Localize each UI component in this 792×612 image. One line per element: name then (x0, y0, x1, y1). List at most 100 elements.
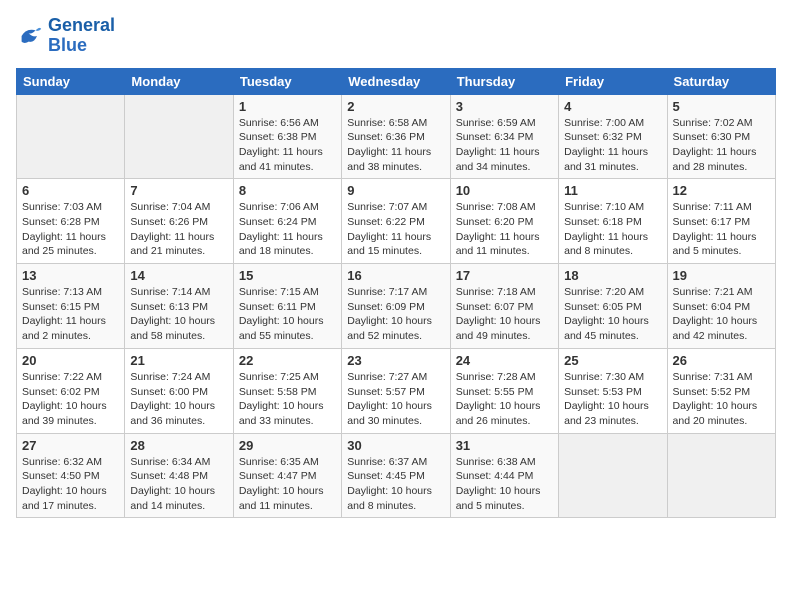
day-info: Sunrise: 6:37 AMSunset: 4:45 PMDaylight:… (347, 455, 444, 514)
calendar-cell: 16Sunrise: 7:17 AMSunset: 6:09 PMDayligh… (342, 264, 450, 349)
calendar-cell: 7 Sunrise: 7:04 AMSunset: 6:26 PMDaylight… (125, 179, 233, 264)
day-info: Sunrise: 6:38 AMSunset: 4:44 PMDaylight:… (456, 455, 553, 514)
calendar-cell: 12Sunrise: 7:11 AMSunset: 6:17 PMDayligh… (667, 179, 775, 264)
day-number: 31 (456, 438, 553, 453)
day-number: 26 (673, 353, 770, 368)
calendar-cell: 15 Sunrise: 7:15 AMSunset: 6:11 PMDayligh… (233, 264, 341, 349)
day-info: Sunrise: 7:08 AMSunset: 6:20 PMDaylight:… (456, 200, 553, 259)
day-info: Sunrise: 7:11 AMSunset: 6:17 PMDaylight:… (673, 200, 770, 259)
logo: General Blue (16, 16, 115, 56)
calendar-cell (17, 94, 125, 179)
calendar-cell: 10 Sunrise: 7:08 AMSunset: 6:20 PMDayligh… (450, 179, 558, 264)
day-number: 6 (22, 183, 119, 198)
calendar-cell: 2Sunrise: 6:58 AMSunset: 6:36 PMDaylight… (342, 94, 450, 179)
calendar-week-row: 20 Sunrise: 7:22 AMSunset: 6:02 PMDayligh… (17, 348, 776, 433)
calendar-cell: 14 Sunrise: 7:14 AMSunset: 6:13 PMDayligh… (125, 264, 233, 349)
logo-icon (16, 22, 44, 50)
calendar-cell: 27Sunrise: 6:32 AMSunset: 4:50 PMDayligh… (17, 433, 125, 518)
day-info: Sunrise: 6:34 AMSunset: 4:48 PMDaylight:… (130, 455, 227, 514)
day-number: 22 (239, 353, 336, 368)
calendar-week-row: 1 Sunrise: 6:56 AMSunset: 6:38 PMDaylight… (17, 94, 776, 179)
day-info: Sunrise: 7:07 AMSunset: 6:22 PMDaylight:… (347, 200, 444, 259)
logo-text: General Blue (48, 16, 115, 56)
weekday-header-friday: Friday (559, 68, 667, 94)
day-number: 14 (130, 268, 227, 283)
calendar-cell: 13Sunrise: 7:13 AMSunset: 6:15 PMDayligh… (17, 264, 125, 349)
day-info: Sunrise: 7:15 AMSunset: 6:11 PMDaylight:… (239, 285, 336, 344)
calendar-cell: 31 Sunrise: 6:38 AMSunset: 4:44 PMDayligh… (450, 433, 558, 518)
day-info: Sunrise: 7:10 AMSunset: 6:18 PMDaylight:… (564, 200, 661, 259)
day-info: Sunrise: 6:58 AMSunset: 6:36 PMDaylight:… (347, 116, 444, 175)
weekday-header-wednesday: Wednesday (342, 68, 450, 94)
calendar-cell: 5 Sunrise: 7:02 AMSunset: 6:30 PMDaylight… (667, 94, 775, 179)
day-number: 15 (239, 268, 336, 283)
day-number: 17 (456, 268, 553, 283)
calendar-cell (559, 433, 667, 518)
calendar-cell: 20 Sunrise: 7:22 AMSunset: 6:02 PMDayligh… (17, 348, 125, 433)
day-info: Sunrise: 7:27 AMSunset: 5:57 PMDaylight:… (347, 370, 444, 429)
day-number: 19 (673, 268, 770, 283)
day-number: 11 (564, 183, 661, 198)
day-number: 9 (347, 183, 444, 198)
day-number: 29 (239, 438, 336, 453)
calendar-cell: 17 Sunrise: 7:18 AMSunset: 6:07 PMDayligh… (450, 264, 558, 349)
calendar-table: SundayMondayTuesdayWednesdayThursdayFrid… (16, 68, 776, 519)
day-info: Sunrise: 7:14 AMSunset: 6:13 PMDaylight:… (130, 285, 227, 344)
day-info: Sunrise: 6:35 AMSunset: 4:47 PMDaylight:… (239, 455, 336, 514)
day-number: 30 (347, 438, 444, 453)
calendar-week-row: 27Sunrise: 6:32 AMSunset: 4:50 PMDayligh… (17, 433, 776, 518)
calendar-cell: 29 Sunrise: 6:35 AMSunset: 4:47 PMDayligh… (233, 433, 341, 518)
day-info: Sunrise: 7:00 AMSunset: 6:32 PMDaylight:… (564, 116, 661, 175)
day-number: 1 (239, 99, 336, 114)
calendar-cell: 4 Sunrise: 7:00 AMSunset: 6:32 PMDaylight… (559, 94, 667, 179)
weekday-header-sunday: Sunday (17, 68, 125, 94)
weekday-header-monday: Monday (125, 68, 233, 94)
day-number: 5 (673, 99, 770, 114)
day-number: 28 (130, 438, 227, 453)
calendar-cell: 18 Sunrise: 7:20 AMSunset: 6:05 PMDayligh… (559, 264, 667, 349)
day-info: Sunrise: 7:03 AMSunset: 6:28 PMDaylight:… (22, 200, 119, 259)
calendar-week-row: 13Sunrise: 7:13 AMSunset: 6:15 PMDayligh… (17, 264, 776, 349)
day-info: Sunrise: 6:56 AMSunset: 6:38 PMDaylight:… (239, 116, 336, 175)
calendar-cell: 1 Sunrise: 6:56 AMSunset: 6:38 PMDaylight… (233, 94, 341, 179)
calendar-cell: 9 Sunrise: 7:07 AMSunset: 6:22 PMDaylight… (342, 179, 450, 264)
day-number: 25 (564, 353, 661, 368)
day-number: 18 (564, 268, 661, 283)
day-number: 10 (456, 183, 553, 198)
day-info: Sunrise: 7:17 AMSunset: 6:09 PMDaylight:… (347, 285, 444, 344)
day-info: Sunrise: 7:02 AMSunset: 6:30 PMDaylight:… (673, 116, 770, 175)
day-info: Sunrise: 7:30 AMSunset: 5:53 PMDaylight:… (564, 370, 661, 429)
day-number: 4 (564, 99, 661, 114)
day-number: 20 (22, 353, 119, 368)
calendar-cell: 19Sunrise: 7:21 AMSunset: 6:04 PMDayligh… (667, 264, 775, 349)
calendar-cell: 28 Sunrise: 6:34 AMSunset: 4:48 PMDayligh… (125, 433, 233, 518)
page-header: General Blue (16, 16, 776, 56)
day-info: Sunrise: 7:22 AMSunset: 6:02 PMDaylight:… (22, 370, 119, 429)
calendar-cell (667, 433, 775, 518)
calendar-cell: 22 Sunrise: 7:25 AMSunset: 5:58 PMDayligh… (233, 348, 341, 433)
calendar-header-row: SundayMondayTuesdayWednesdayThursdayFrid… (17, 68, 776, 94)
calendar-cell: 6 Sunrise: 7:03 AMSunset: 6:28 PMDaylight… (17, 179, 125, 264)
calendar-cell: 25 Sunrise: 7:30 AMSunset: 5:53 PMDayligh… (559, 348, 667, 433)
day-info: Sunrise: 6:32 AMSunset: 4:50 PMDaylight:… (22, 455, 119, 514)
day-info: Sunrise: 6:59 AMSunset: 6:34 PMDaylight:… (456, 116, 553, 175)
day-number: 23 (347, 353, 444, 368)
calendar-cell: 26 Sunrise: 7:31 AMSunset: 5:52 PMDayligh… (667, 348, 775, 433)
day-number: 7 (130, 183, 227, 198)
day-info: Sunrise: 7:04 AMSunset: 6:26 PMDaylight:… (130, 200, 227, 259)
day-info: Sunrise: 7:06 AMSunset: 6:24 PMDaylight:… (239, 200, 336, 259)
day-info: Sunrise: 7:18 AMSunset: 6:07 PMDaylight:… (456, 285, 553, 344)
day-info: Sunrise: 7:25 AMSunset: 5:58 PMDaylight:… (239, 370, 336, 429)
day-info: Sunrise: 7:13 AMSunset: 6:15 PMDaylight:… (22, 285, 119, 344)
day-number: 24 (456, 353, 553, 368)
calendar-cell: 30 Sunrise: 6:37 AMSunset: 4:45 PMDayligh… (342, 433, 450, 518)
day-info: Sunrise: 7:31 AMSunset: 5:52 PMDaylight:… (673, 370, 770, 429)
calendar-week-row: 6 Sunrise: 7:03 AMSunset: 6:28 PMDaylight… (17, 179, 776, 264)
calendar-cell: 23 Sunrise: 7:27 AMSunset: 5:57 PMDayligh… (342, 348, 450, 433)
day-number: 3 (456, 99, 553, 114)
calendar-cell: 3 Sunrise: 6:59 AMSunset: 6:34 PMDaylight… (450, 94, 558, 179)
calendar-cell: 24Sunrise: 7:28 AMSunset: 5:55 PMDayligh… (450, 348, 558, 433)
calendar-cell: 21Sunrise: 7:24 AMSunset: 6:00 PMDayligh… (125, 348, 233, 433)
day-number: 8 (239, 183, 336, 198)
day-info: Sunrise: 7:20 AMSunset: 6:05 PMDaylight:… (564, 285, 661, 344)
